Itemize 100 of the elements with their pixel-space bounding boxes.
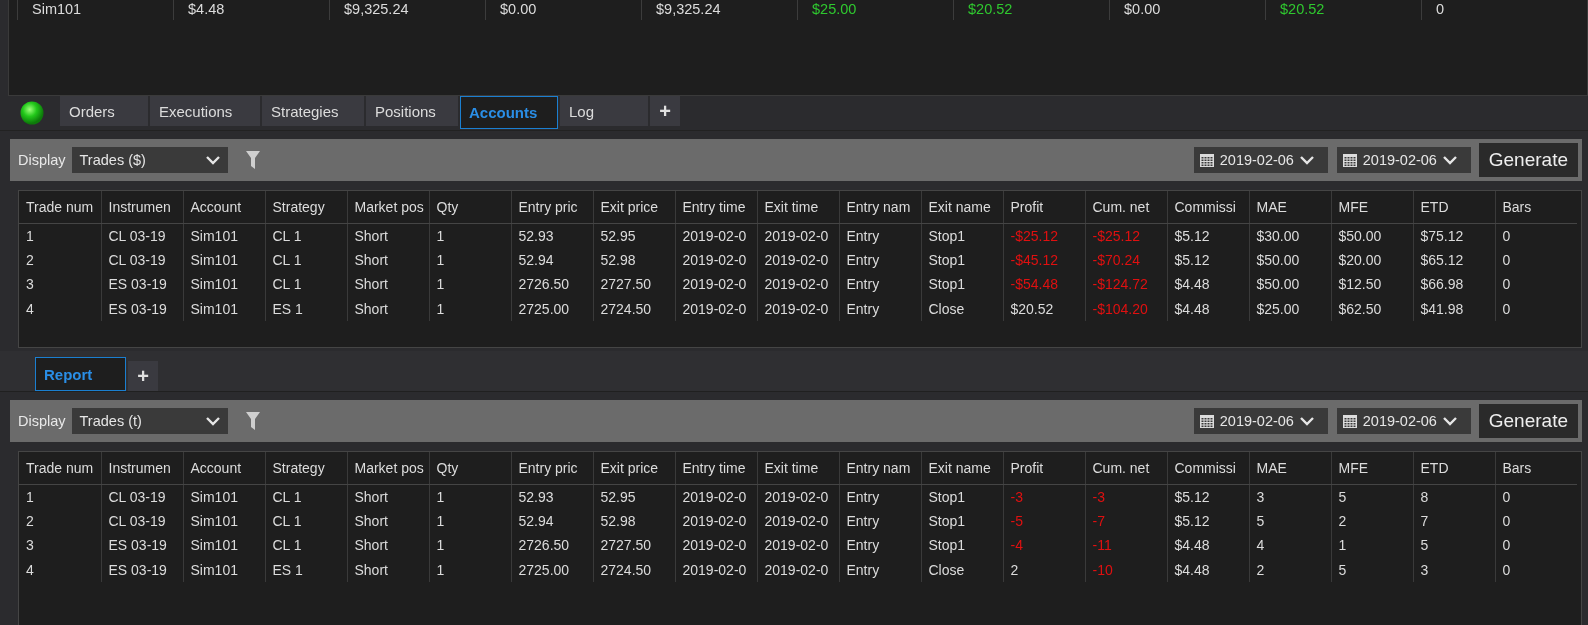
table-cell: 2019-02-0 [757,272,839,297]
column-header[interactable]: Profit [1003,191,1085,223]
display-dropdown[interactable]: Trades ($) [71,147,228,173]
tab[interactable]: Positions [366,96,458,126]
table-cell: $25.00 [797,0,953,20]
column-header[interactable]: MFE [1331,191,1413,223]
table-cell: Stop1 [921,484,1003,509]
table-cell: 2 [1331,508,1413,533]
end-date-picker[interactable]: 2019-02-06 [1336,147,1471,173]
column-header[interactable]: Trade num [19,191,101,223]
add-tab-button[interactable]: + [650,96,680,126]
generate-button[interactable]: Generate [1478,143,1578,177]
column-header[interactable]: Exit price [593,452,675,484]
column-header[interactable]: Entry time [675,452,757,484]
tab[interactable]: Strategies [262,96,364,126]
table-cell: 0 [1495,508,1577,533]
tab[interactable]: Report [35,357,126,391]
table-cell: 2724.50 [593,296,675,321]
filter-icon[interactable] [245,412,260,430]
column-header[interactable]: MFE [1331,452,1413,484]
calendar-icon [1199,414,1214,428]
column-header[interactable]: Exit price [593,191,675,223]
table-cell: 0 [1495,296,1577,321]
table-cell: $66.98 [1413,272,1495,297]
table-cell: $50.00 [1249,272,1331,297]
column-header[interactable]: Strategy [265,191,347,223]
table-cell: $4.48 [173,0,329,20]
column-header[interactable]: Market pos [347,452,429,484]
table-cell: 2019-02-0 [675,557,757,582]
column-header[interactable]: ETD [1413,191,1495,223]
table-cell: 2726.50 [511,533,593,558]
table-cell: -$104.20 [1085,296,1167,321]
table-cell: CL 03-19 [101,223,183,248]
column-header[interactable]: Instrumen [101,452,183,484]
display-label: Display [18,413,66,429]
column-header[interactable]: Exit name [921,452,1003,484]
table-cell: 0 [1495,484,1577,509]
column-header[interactable]: Entry time [675,191,757,223]
column-header[interactable]: Account [183,191,265,223]
column-header[interactable]: Profit [1003,452,1085,484]
table-cell: 0 [1495,557,1577,582]
filter-icon[interactable] [245,151,260,169]
table-cell: Entry [839,223,921,248]
display-dropdown[interactable]: Trades (t) [71,408,228,434]
table-cell: Stop1 [921,272,1003,297]
table-cell: Stop1 [921,533,1003,558]
tab[interactable]: Accounts [460,96,558,129]
column-header[interactable]: MAE [1249,452,1331,484]
column-header[interactable]: Instrumen [101,191,183,223]
column-header[interactable]: ETD [1413,452,1495,484]
table-cell: 52.95 [593,484,675,509]
column-header[interactable]: MAE [1249,191,1331,223]
column-header[interactable]: Commissi [1167,191,1249,223]
table-cell: 2019-02-0 [757,296,839,321]
table-cell: 1 [429,533,511,558]
table-cell: 52.98 [593,247,675,272]
table-cell: Sim101 [183,484,265,509]
column-header[interactable]: Qty [429,452,511,484]
table-cell: -7 [1085,508,1167,533]
table-cell: Stop1 [921,247,1003,272]
table-cell: 2 [1003,557,1085,582]
tab[interactable]: Executions [150,96,260,126]
column-header[interactable]: Exit time [757,191,839,223]
table-cell: CL 03-19 [101,484,183,509]
column-header[interactable]: Entry pric [511,191,593,223]
column-header[interactable]: Qty [429,191,511,223]
column-header[interactable]: Exit name [921,191,1003,223]
column-header[interactable]: Account [183,452,265,484]
table-cell: 5 [1331,557,1413,582]
table-cell: 2724.50 [593,557,675,582]
start-date-picker[interactable]: 2019-02-06 [1193,147,1328,173]
table-cell: 2019-02-0 [757,223,839,248]
table-cell: 2019-02-0 [675,484,757,509]
tab[interactable]: Log [560,96,648,126]
table-cell: 2 [19,247,101,272]
table-cell: -$70.24 [1085,247,1167,272]
table-cell: 2019-02-0 [757,557,839,582]
table-cell: $65.12 [1413,247,1495,272]
add-tab-button[interactable]: + [128,361,158,391]
column-header[interactable]: Trade num [19,452,101,484]
column-header[interactable]: Bars [1495,452,1577,484]
column-header[interactable]: Entry nam [839,452,921,484]
column-header[interactable]: Cum. net [1085,452,1167,484]
table-cell: Sim101 [183,533,265,558]
tab[interactable]: Orders [60,96,148,126]
table-cell: Sim101 [183,296,265,321]
end-date-picker[interactable]: 2019-02-06 [1336,408,1471,434]
column-header[interactable]: Entry pric [511,452,593,484]
table-cell: ES 1 [265,296,347,321]
table-cell: $5.12 [1167,484,1249,509]
column-header[interactable]: Bars [1495,191,1577,223]
column-header[interactable]: Cum. net [1085,191,1167,223]
generate-button[interactable]: Generate [1478,404,1578,438]
start-date-picker[interactable]: 2019-02-06 [1193,408,1328,434]
column-header[interactable]: Commissi [1167,452,1249,484]
table-cell: $5.12 [1167,247,1249,272]
column-header[interactable]: Entry nam [839,191,921,223]
column-header[interactable]: Strategy [265,452,347,484]
column-header[interactable]: Exit time [757,452,839,484]
column-header[interactable]: Market pos [347,191,429,223]
